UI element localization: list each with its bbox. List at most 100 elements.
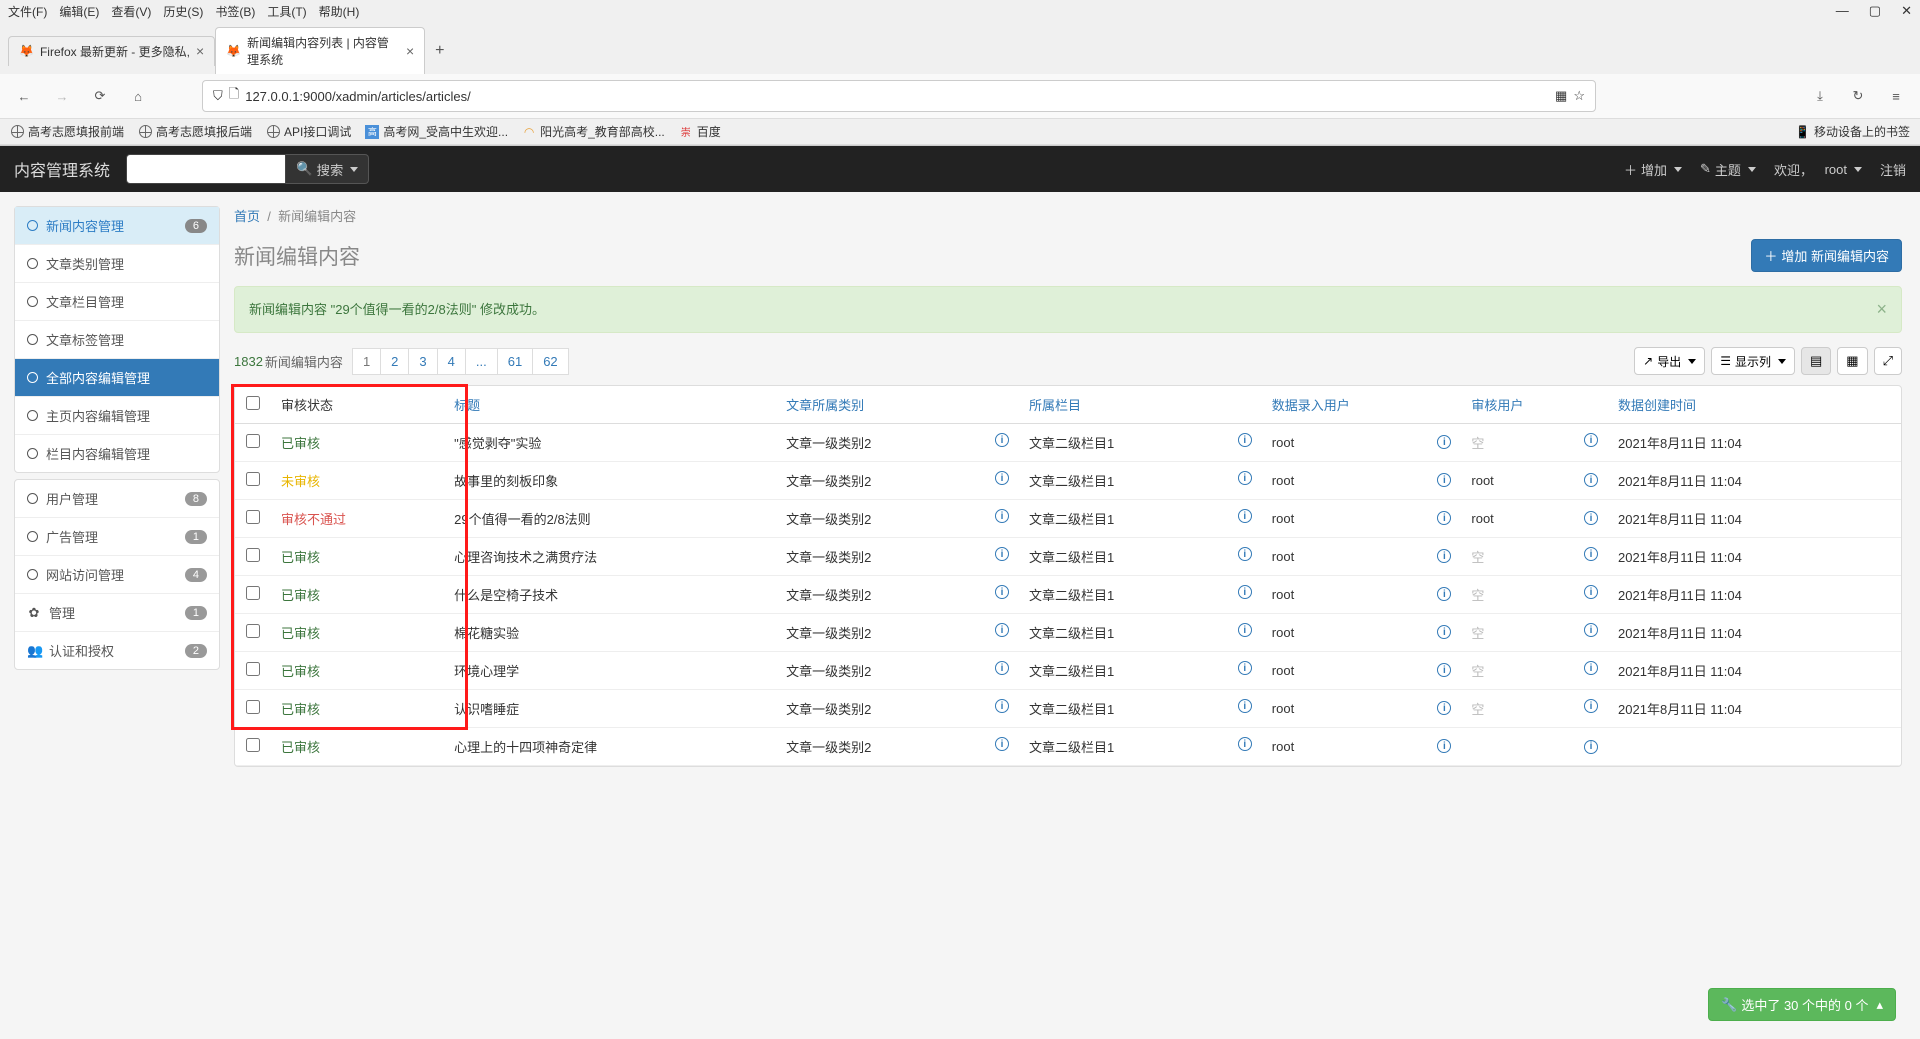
topbar-user[interactable]: 欢迎， root xyxy=(1774,160,1862,179)
reload-button[interactable]: ⟳ xyxy=(86,82,114,110)
sidebar-item[interactable]: 文章类别管理 xyxy=(15,245,219,283)
info-icon[interactable]: i xyxy=(995,623,1009,637)
columns-button[interactable]: ☰ 显示列 xyxy=(1711,347,1795,375)
info-icon[interactable]: i xyxy=(1584,585,1598,599)
alert-close-button[interactable]: × xyxy=(1876,299,1887,320)
info-icon[interactable]: i xyxy=(995,585,1009,599)
sidebar-item[interactable]: 用户管理8 xyxy=(15,480,219,518)
view-list-button[interactable]: ▤ xyxy=(1801,347,1831,375)
row-checkbox[interactable] xyxy=(246,510,260,524)
sidebar-item[interactable]: 文章标签管理 xyxy=(15,321,219,359)
qr-icon[interactable]: ▦ xyxy=(1555,88,1567,104)
info-icon[interactable]: i xyxy=(1238,623,1252,637)
info-icon[interactable]: i xyxy=(1238,661,1252,675)
url-bar[interactable]: ⛉ 🗋 127.0.0.1:9000/xadmin/articles/artic… xyxy=(202,80,1596,112)
selection-count-button[interactable]: 🔧 选中了 30 个中的 0 个 ▴ xyxy=(1708,988,1896,1021)
info-icon[interactable]: i xyxy=(1238,433,1252,447)
topbar-logout[interactable]: 注销 xyxy=(1880,160,1906,179)
sidebar-item[interactable]: 全部内容编辑管理 xyxy=(15,359,219,397)
sidebar-item[interactable]: 广告管理1 xyxy=(15,518,219,556)
info-icon[interactable]: i xyxy=(1437,473,1451,487)
cell-title[interactable]: 故事里的刻板印象 xyxy=(444,462,776,500)
column-header[interactable]: 数据录入用户 xyxy=(1262,386,1462,424)
column-header[interactable]: 文章所属类别 xyxy=(776,386,1019,424)
info-icon[interactable]: i xyxy=(1238,471,1252,485)
browser-tab[interactable]: 🦊Firefox 最新更新 - 更多隐私,× xyxy=(8,36,215,66)
info-icon[interactable]: i xyxy=(1437,435,1451,449)
page-link[interactable]: 62 xyxy=(532,348,568,375)
bookmark-item[interactable]: 崇百度 xyxy=(679,123,721,140)
info-icon[interactable]: i xyxy=(1238,585,1252,599)
info-icon[interactable]: i xyxy=(1437,625,1451,639)
browser-tab[interactable]: 🦊新闻编辑内容列表 | 内容管理系统× xyxy=(215,27,425,74)
page-link[interactable]: 1 xyxy=(352,348,381,375)
app-menu-icon[interactable]: ≡ xyxy=(1882,82,1910,110)
menu-item[interactable]: 查看(V) xyxy=(111,3,151,20)
add-article-button[interactable]: ＋ 增加 新闻编辑内容 xyxy=(1751,239,1902,272)
refresh-icon[interactable]: ↻ xyxy=(1844,82,1872,110)
page-link[interactable]: 3 xyxy=(408,348,437,375)
info-icon[interactable]: i xyxy=(1584,661,1598,675)
home-button[interactable]: ⌂ xyxy=(124,82,152,110)
row-checkbox[interactable] xyxy=(246,738,260,752)
row-checkbox[interactable] xyxy=(246,624,260,638)
tab-close-icon[interactable]: × xyxy=(196,43,204,59)
cell-title[interactable]: 认识嗜睡症 xyxy=(444,690,776,728)
info-icon[interactable]: i xyxy=(995,471,1009,485)
menu-item[interactable]: 历史(S) xyxy=(163,3,203,20)
sidebar-item[interactable]: 新闻内容管理6 xyxy=(15,207,219,245)
back-button[interactable]: ← xyxy=(10,82,38,110)
export-button[interactable]: ↗ 导出 xyxy=(1634,347,1705,375)
info-icon[interactable]: i xyxy=(1584,433,1598,447)
search-input[interactable] xyxy=(126,154,286,184)
menu-item[interactable]: 编辑(E) xyxy=(59,3,99,20)
cell-title[interactable]: 心理上的十四项神奇定律 xyxy=(444,728,776,766)
page-link[interactable]: 4 xyxy=(437,348,466,375)
forward-button[interactable]: → xyxy=(48,82,76,110)
sidebar-item[interactable]: 👥认证和授权2 xyxy=(15,632,219,669)
menu-item[interactable]: 文件(F) xyxy=(8,3,47,20)
page-link[interactable]: 61 xyxy=(497,348,533,375)
cell-title[interactable]: 什么是空椅子技术 xyxy=(444,576,776,614)
column-header[interactable]: 所属栏目 xyxy=(1019,386,1262,424)
select-all-checkbox[interactable] xyxy=(246,396,260,410)
column-header[interactable]: 审核状态 xyxy=(271,386,444,424)
sidebar-item[interactable]: 网站访问管理4 xyxy=(15,556,219,594)
mobile-bookmarks[interactable]: 📱移动设备上的书签 xyxy=(1795,123,1910,140)
close-button[interactable]: ✕ xyxy=(1901,3,1912,19)
bookmark-item[interactable]: API接口调试 xyxy=(266,123,351,140)
bookmark-star-icon[interactable]: ☆ xyxy=(1573,88,1585,104)
info-icon[interactable]: i xyxy=(1437,663,1451,677)
view-grid-button[interactable]: ▦ xyxy=(1837,347,1867,375)
info-icon[interactable]: i xyxy=(995,737,1009,751)
info-icon[interactable]: i xyxy=(1437,587,1451,601)
new-tab-button[interactable]: + xyxy=(425,38,454,64)
row-checkbox[interactable] xyxy=(246,586,260,600)
cell-title[interactable]: 棉花糖实验 xyxy=(444,614,776,652)
info-icon[interactable]: i xyxy=(1437,739,1451,753)
info-icon[interactable]: i xyxy=(1584,623,1598,637)
bookmark-item[interactable]: 高考志愿填报后端 xyxy=(138,123,252,140)
info-icon[interactable]: i xyxy=(1584,511,1598,525)
info-icon[interactable]: i xyxy=(1584,547,1598,561)
info-icon[interactable]: i xyxy=(1238,699,1252,713)
maximize-button[interactable]: ▢ xyxy=(1869,3,1881,19)
sidebar-item[interactable]: 栏目内容编辑管理 xyxy=(15,435,219,472)
sidebar-item[interactable]: 文章栏目管理 xyxy=(15,283,219,321)
cell-title[interactable]: 29个值得一看的2/8法则 xyxy=(444,500,776,538)
cell-title[interactable]: 心理咨询技术之满贯疗法 xyxy=(444,538,776,576)
minimize-button[interactable]: — xyxy=(1836,3,1849,19)
page-link[interactable]: 2 xyxy=(380,348,409,375)
save-to-pocket-icon[interactable]: ⤓ xyxy=(1806,82,1834,110)
info-icon[interactable]: i xyxy=(1584,473,1598,487)
info-icon[interactable]: i xyxy=(1437,511,1451,525)
info-icon[interactable]: i xyxy=(995,699,1009,713)
menu-item[interactable]: 工具(T) xyxy=(267,3,306,20)
info-icon[interactable]: i xyxy=(1238,737,1252,751)
column-header[interactable]: 审核用户 xyxy=(1461,386,1608,424)
sidebar-item[interactable]: ✿管理1 xyxy=(15,594,219,632)
bookmark-item[interactable]: 高考志愿填报前端 xyxy=(10,123,124,140)
column-header[interactable]: 标题 xyxy=(444,386,776,424)
info-icon[interactable]: i xyxy=(1238,509,1252,523)
topbar-add[interactable]: ＋增加 xyxy=(1624,160,1682,179)
